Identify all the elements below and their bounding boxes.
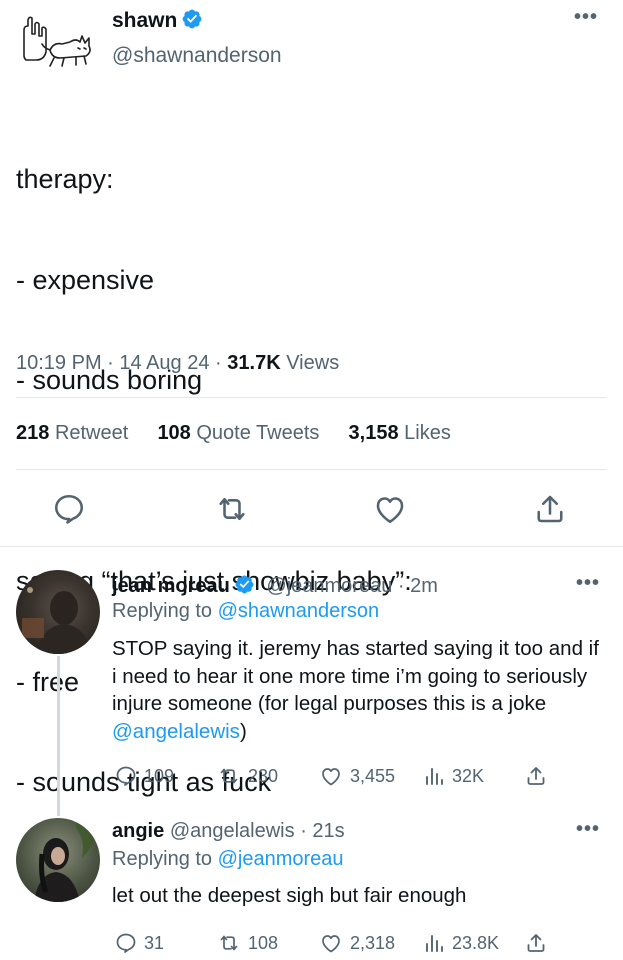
views-count[interactable]: 23.8K — [422, 931, 499, 955]
reply-count[interactable]: 31 — [114, 931, 164, 955]
reply-icon — [116, 933, 136, 953]
avatar[interactable] — [14, 12, 98, 72]
more-icon[interactable]: ••• — [576, 818, 600, 841]
tweet-meta: 10:19 PM · 14 Aug 24 · 31.7K Views — [16, 352, 340, 374]
tweet-line: - sounds tight as fuck — [16, 767, 272, 797]
mention-link[interactable]: @angelalewis — [112, 720, 240, 743]
display-name[interactable]: shawn — [112, 8, 203, 36]
tweet-date[interactable]: 14 Aug 24 — [119, 352, 209, 374]
views-count[interactable]: 32K — [422, 764, 484, 788]
reply-text: STOP saying it. jeremy has started sayin… — [112, 637, 599, 743]
quotes-stat[interactable]: 108 Quote Tweets — [157, 422, 319, 444]
display-name[interactable]: jean moreau — [112, 575, 230, 597]
reply-icon — [116, 766, 136, 786]
tweet-stats: 218 Retweet 108 Quote Tweets 3,158 Likes — [16, 422, 451, 445]
replying-to: Replying to @shawnanderson — [112, 600, 380, 622]
handle[interactable]: @angelalewis — [170, 820, 295, 842]
share-icon[interactable] — [532, 491, 568, 527]
reply-time[interactable]: 2m — [410, 575, 438, 597]
divider — [16, 469, 607, 470]
views-icon — [426, 768, 443, 785]
like-count[interactable]: 3,455 — [318, 764, 395, 788]
divider — [0, 546, 623, 547]
avatar[interactable] — [16, 818, 100, 902]
more-icon[interactable]: ••• — [576, 572, 600, 595]
reply-header: jean moreau @jeanmoreau · 2m — [112, 574, 438, 601]
reply-text: let out the deepest sigh but fair enough — [112, 884, 467, 907]
likes-stat[interactable]: 3,158 Likes — [349, 422, 451, 444]
reply-count[interactable]: 109 — [114, 764, 174, 788]
avatar[interactable] — [16, 570, 100, 654]
retweet-count[interactable]: 108 — [216, 931, 278, 955]
retweet-count[interactable]: 230 — [216, 764, 278, 788]
like-icon — [322, 935, 340, 953]
share-icon[interactable] — [524, 764, 548, 788]
views-icon — [426, 935, 443, 952]
like-count[interactable]: 2,318 — [318, 931, 395, 955]
display-name[interactable]: angie — [112, 820, 164, 842]
tweet-line: therapy: — [16, 164, 114, 194]
tweet-line: - expensive — [16, 264, 155, 295]
verified-badge-icon — [181, 8, 203, 36]
reply-icon[interactable] — [51, 491, 87, 527]
share-icon[interactable] — [524, 931, 548, 955]
tweet-time[interactable]: 10:19 PM — [16, 352, 102, 374]
divider — [16, 397, 607, 398]
retweet-icon — [220, 768, 238, 784]
verified-badge-icon — [234, 574, 255, 601]
replying-to: Replying to @jeanmoreau — [112, 848, 344, 870]
handle[interactable]: @shawnanderson — [112, 44, 282, 68]
retweets-stat[interactable]: 218 Retweet — [16, 422, 128, 444]
thread-line — [57, 656, 60, 816]
retweet-icon — [220, 935, 238, 951]
views-count: 31.7K — [227, 352, 281, 374]
reply-header: angie @angelalewis · 21s — [112, 820, 345, 842]
handle[interactable]: @jeanmoreau — [266, 575, 392, 597]
mention-link[interactable]: @jeanmoreau — [218, 848, 344, 870]
like-icon[interactable] — [372, 491, 408, 527]
views-label: Views — [286, 352, 340, 374]
reply-time[interactable]: 21s — [312, 820, 344, 842]
like-icon — [322, 768, 340, 786]
more-icon[interactable]: ••• — [574, 6, 598, 29]
retweet-icon[interactable] — [214, 491, 250, 527]
mention-link[interactable]: @shawnanderson — [218, 600, 380, 622]
